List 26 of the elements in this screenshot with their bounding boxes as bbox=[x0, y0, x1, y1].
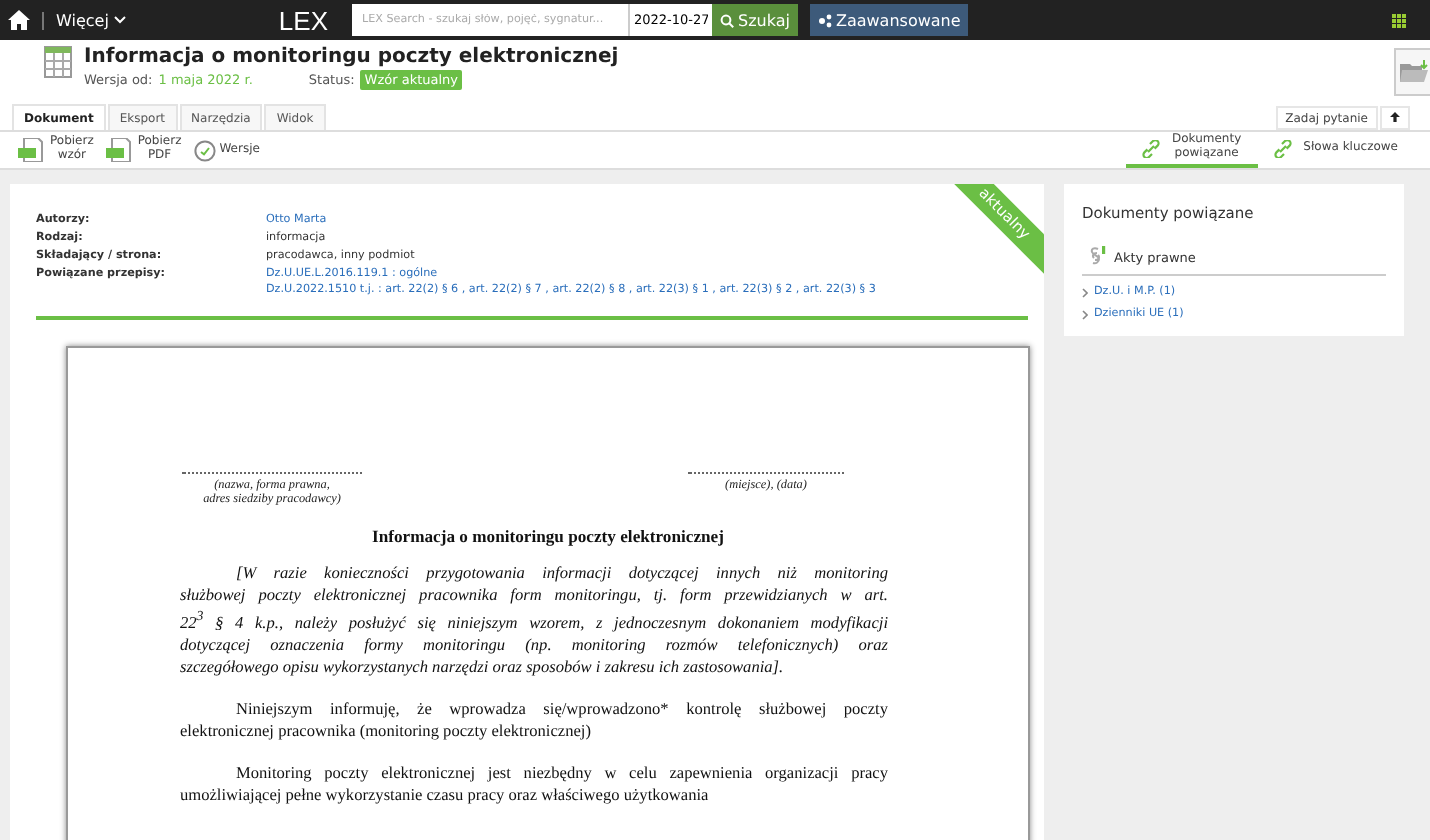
document-heading: Informacja o monitoringu poczty elektronicznej bbox=[370, 526, 726, 546]
link-icon bbox=[1273, 139, 1292, 157]
share-nodes-icon bbox=[817, 13, 832, 27]
search-icon bbox=[720, 13, 734, 27]
logo: LEX bbox=[278, 5, 328, 35]
folder-download-icon[interactable] bbox=[1394, 48, 1430, 96]
table-icon bbox=[44, 46, 72, 78]
paragraph-sign-icon bbox=[1088, 246, 1108, 268]
link-icon bbox=[1142, 139, 1161, 157]
more-menu[interactable]: Więcej bbox=[42, 11, 135, 29]
paragraph: Monitoring poczty elektronicznej jest niezbędny w celu zapewnienia organizacji pracy umożliwiającej pełne wykorzystanie czasu pracy oraz właściwego użytkowania bbox=[180, 761, 888, 806]
scroll-up-button[interactable] bbox=[1380, 106, 1410, 130]
pdf-file-icon bbox=[105, 138, 134, 162]
home-icon[interactable] bbox=[8, 10, 30, 30]
chevron-right-icon bbox=[1082, 309, 1088, 319]
apps-grid-icon[interactable] bbox=[1392, 13, 1406, 27]
chevron-right-icon bbox=[1082, 287, 1088, 297]
paragraph: Niniejszym informuję, że wprowadza się/wprowadzono* kontrolę służbowej poczty elektronicznej pracownika (monitoring poczty elektronicznej) bbox=[180, 697, 888, 742]
check-circle-icon bbox=[193, 139, 216, 161]
search-button[interactable]: Szukaj bbox=[712, 4, 798, 36]
advanced-button[interactable]: Zaawansowane bbox=[809, 4, 969, 36]
paragraph: [W razie konieczności przygotowania informacji dotyczącej innych niż monitoring służbowej poczty elektronicznej pracownika form monitoringu, tj. form przewidzianych w art. 22$^{3}$ § 4 k.p., należy posłużyć się niniejszym wzorem, z jednoczesnym dokonaniem modyfikacji dotyczącej oznaczenia formy monitoringu (np. monitoring rozmów telefonicznych) oraz szczegółowego opisu wykorzystanych narzędzi oraz sposobów i zakresu ich zastosowania]. bbox=[180, 562, 888, 678]
download-file-icon bbox=[18, 138, 46, 162]
arrow-up-icon bbox=[1390, 112, 1400, 122]
document-title: Informacja o monitoringu poczty elektronicznej bbox=[84, 46, 619, 68]
chevron-down-icon bbox=[114, 16, 127, 24]
